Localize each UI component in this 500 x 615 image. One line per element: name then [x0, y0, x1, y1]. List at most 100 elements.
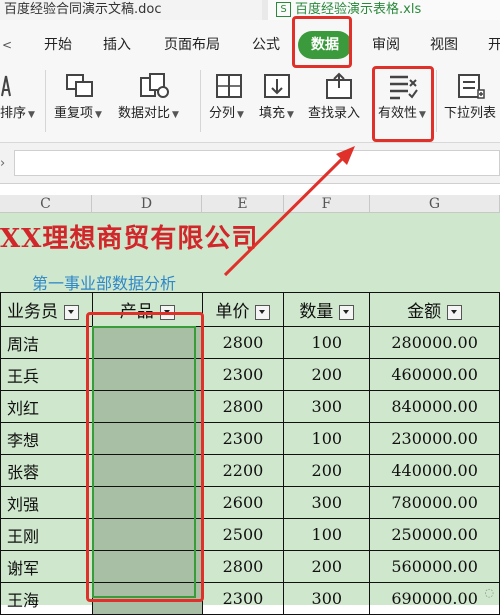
doc-tab-title: 百度经验合同演示文稿.doc [4, 2, 162, 17]
header-cell-amount[interactable]: 金额 [369, 292, 500, 327]
cell-price[interactable]: 2200 [201, 454, 285, 487]
lookup-entry-icon[interactable] [323, 72, 355, 100]
cell-amount[interactable]: 280000.00 [369, 326, 500, 359]
cell-price[interactable]: 2800 [201, 326, 285, 359]
cell-product[interactable] [91, 454, 203, 487]
dropdown-list-icon[interactable] [456, 72, 486, 100]
cell-product[interactable] [91, 358, 203, 391]
menu-item-insert[interactable]: 插入 [103, 36, 131, 54]
table-row: 王刚 2500 100 250000.00 [0, 518, 500, 551]
cell-quantity[interactable]: 300 [283, 582, 371, 615]
cell-quantity[interactable]: 100 [283, 422, 371, 455]
cell-product[interactable] [91, 422, 203, 455]
cell-price[interactable]: 2300 [201, 358, 285, 391]
header-cell-quantity[interactable]: 数量 [283, 292, 371, 327]
cell-amount[interactable]: 440000.00 [369, 454, 500, 487]
split-columns-icon[interactable] [214, 72, 244, 100]
menu-item-view[interactable]: 视图 [430, 36, 458, 54]
cell-salesperson[interactable]: 刘红 [0, 390, 93, 423]
cell-price[interactable]: 2600 [201, 486, 285, 519]
column-header-e[interactable]: E [202, 195, 284, 213]
cell-product[interactable] [91, 518, 203, 551]
ribbon-lookup-entry[interactable]: 查找录入 [308, 106, 360, 122]
chevron-down-icon: ▼ [287, 110, 294, 120]
collapse-chevron-icon[interactable]: < [2, 36, 12, 54]
column-header-f[interactable]: F [284, 195, 370, 213]
table-row: 刘红 2800 300 840000.00 [0, 390, 500, 423]
ribbon-duplicates[interactable]: 重复项 ▼ [54, 106, 102, 123]
cell-quantity[interactable]: 200 [283, 358, 371, 391]
header-cell-product[interactable]: 产品 [91, 292, 203, 327]
cell-amount[interactable]: 560000.00 [369, 550, 500, 583]
cell-quantity[interactable]: 200 [283, 454, 371, 487]
header-cell-salesperson[interactable]: 业务员 [0, 292, 93, 327]
cell-amount[interactable]: 780000.00 [369, 486, 500, 519]
filter-dropdown-icon[interactable] [64, 305, 79, 320]
cell-amount[interactable]: 230000.00 [369, 422, 500, 455]
formula-bar-chevron-icon[interactable]: › [0, 156, 5, 171]
table-row: 谢军 2800 200 560000.00 [0, 550, 500, 583]
column-header-g[interactable]: G [370, 195, 500, 213]
data-compare-icon[interactable] [138, 72, 170, 100]
cell-product[interactable] [91, 582, 203, 615]
cell-amount[interactable]: 460000.00 [369, 358, 500, 391]
cell-amount[interactable]: 250000.00 [369, 518, 500, 551]
ribbon-sort[interactable]: 排序 ▼ [0, 106, 35, 123]
cell-product[interactable] [91, 486, 203, 519]
cell-product[interactable] [91, 326, 203, 359]
cell-amount[interactable]: 690000.00 [369, 582, 500, 615]
menu-item-page-layout[interactable]: 页面布局 [164, 36, 220, 54]
menu-item-start[interactable]: 开始 [44, 36, 72, 54]
doc-tab[interactable]: 百度经验合同演示文稿.doc [0, 0, 262, 20]
validation-icon[interactable] [386, 72, 420, 100]
ribbon-split[interactable]: 分列 ▼ [209, 106, 244, 123]
duplicate-items-icon[interactable] [64, 72, 96, 100]
menu-item-review[interactable]: 审阅 [372, 36, 400, 54]
ribbon-validation[interactable]: 有效性 ▼ [378, 106, 426, 123]
cell-amount[interactable]: 840000.00 [369, 390, 500, 423]
menu-item-more[interactable]: 开 [488, 36, 500, 54]
ribbon-data-compare[interactable]: 数据对比 ▼ [118, 106, 179, 123]
data-table: 业务员 产品 单价 数量 金额 周洁 2800 100 280000.00 王兵… [0, 292, 500, 615]
table-row: 刘强 2600 300 780000.00 [0, 486, 500, 519]
cell-price[interactable]: 2800 [201, 390, 285, 423]
cell-salesperson[interactable]: 王兵 [0, 358, 93, 391]
column-header-c[interactable]: C [0, 195, 92, 213]
cell-salesperson[interactable]: 王刚 [0, 518, 93, 551]
formula-input[interactable] [14, 150, 500, 176]
filter-dropdown-icon[interactable] [339, 305, 355, 320]
cell-salesperson[interactable]: 谢军 [0, 550, 93, 583]
cell-product[interactable] [91, 550, 203, 583]
cell-salesperson[interactable]: 张蓉 [0, 454, 93, 487]
cell-salesperson[interactable]: 李想 [0, 422, 93, 455]
sheet-tab[interactable]: S 百度经验演示表格.xls [268, 0, 500, 20]
cell-quantity[interactable]: 200 [283, 550, 371, 583]
filter-dropdown-icon[interactable] [159, 305, 175, 320]
table-row: 王海 2300 300 690000.00 [0, 582, 500, 615]
ribbon-fill-label: 填充 [259, 106, 286, 121]
menu-item-formula[interactable]: 公式 [252, 36, 280, 54]
cell-quantity[interactable]: 100 [283, 518, 371, 551]
chevron-down-icon: ▼ [237, 110, 244, 120]
cell-price[interactable]: 2300 [201, 582, 285, 615]
filter-dropdown-icon[interactable] [255, 305, 271, 320]
filter-dropdown-icon[interactable] [447, 305, 463, 320]
menu-item-data[interactable]: 数据 [298, 31, 352, 59]
cell-salesperson[interactable]: 王海 [0, 582, 93, 615]
ribbon-fill[interactable]: 填充 ▼ [259, 106, 294, 123]
cell-quantity[interactable]: 100 [283, 326, 371, 359]
cell-salesperson[interactable]: 刘强 [0, 486, 93, 519]
cell-quantity[interactable]: 300 [283, 486, 371, 519]
column-header-d[interactable]: D [92, 195, 202, 213]
cell-price[interactable]: 2500 [201, 518, 285, 551]
cell-price[interactable]: 2300 [201, 422, 285, 455]
sort-icon[interactable] [0, 72, 20, 100]
cell-product[interactable] [91, 390, 203, 423]
cell-quantity[interactable]: 300 [283, 390, 371, 423]
ribbon-dropdown-list[interactable]: 下拉列表 [444, 106, 496, 122]
header-cell-price[interactable]: 单价 [201, 292, 285, 327]
fill-icon[interactable] [262, 72, 292, 100]
table-row: 周洁 2800 100 280000.00 [0, 326, 500, 359]
cell-price[interactable]: 2800 [201, 550, 285, 583]
cell-salesperson[interactable]: 周洁 [0, 326, 93, 359]
